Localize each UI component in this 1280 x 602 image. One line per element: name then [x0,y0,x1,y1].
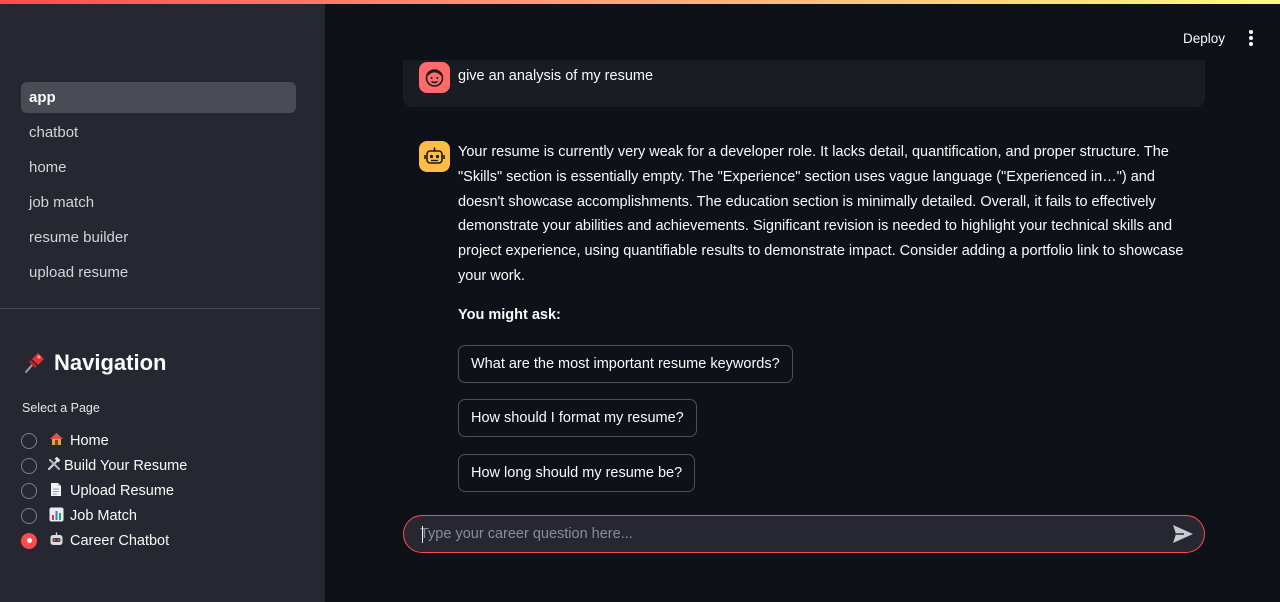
radio-label: Home [70,432,109,449]
radio-option-home[interactable]: Home [21,428,187,453]
radio-option-upload-resume[interactable]: Upload Resume [21,478,187,503]
radio-label: Career Chatbot [70,532,170,549]
suggestion-button-format[interactable]: How should I format my resume? [458,399,697,437]
text-caret [422,526,423,543]
sidebar: app chatbot home job match resume builde… [0,4,325,602]
radio-button-selected[interactable] [21,532,37,549]
page-link-upload-resume[interactable]: upload resume [21,257,296,288]
send-icon[interactable] [1172,524,1194,544]
assistant-message-text: Your resume is currently very weak for a… [458,144,1184,284]
radio-option-build-your-resume[interactable]: Build Your Resume [21,453,187,478]
document-icon [47,482,65,500]
hammer-wrench-icon [47,456,61,474]
bar-chart-icon [47,507,65,525]
page-link-chatbot[interactable]: chatbot [21,117,296,148]
radio-label: Upload Resume [70,482,174,499]
sidebar-divider [0,308,320,309]
suggestion-button-length[interactable]: How long should my resume be? [458,454,696,492]
page-link-job-match[interactable]: job match [21,187,296,218]
radio-button[interactable] [21,432,37,449]
navigation-heading-text: Navigation [54,350,167,375]
user-face-icon [419,62,450,93]
select-page-label: Select a Page [22,401,100,415]
suggestions-heading: You might ask: [458,307,561,323]
kebab-menu-icon[interactable] [1246,30,1256,48]
page-link-resume-builder[interactable]: resume builder [21,222,296,253]
radio-button[interactable] [21,482,37,499]
page-link-home[interactable]: home [21,152,296,183]
user-message-text: give an analysis of my resume [458,68,654,84]
radio-label: Job Match [70,507,137,524]
navigation-heading: Navigation [22,350,166,376]
pushpin-icon [22,351,46,375]
radio-option-career-chatbot[interactable]: Career Chatbot [21,528,187,553]
radio-button[interactable] [21,507,37,524]
app-header: Deploy [325,4,1280,60]
suggestion-button-keywords[interactable]: What are the most important resume keywo… [458,345,793,383]
user-message: give an analysis of my resume [403,60,1205,107]
robot-face-icon [419,141,450,172]
radio-option-job-match[interactable]: Job Match [21,503,187,528]
page-radio-group: Home Build Your Resume Upload Resume Job… [21,428,187,553]
page-link-app[interactable]: app [21,82,296,113]
radio-label: Build Your Resume [64,457,188,474]
page-nav: app chatbot home job match resume builde… [21,82,296,292]
robot-icon [47,532,65,550]
chat-input[interactable] [420,516,1160,552]
deploy-button[interactable]: Deploy [1183,31,1225,46]
house-icon [47,432,65,449]
chat-input-container [403,515,1205,553]
radio-button[interactable] [21,457,37,474]
